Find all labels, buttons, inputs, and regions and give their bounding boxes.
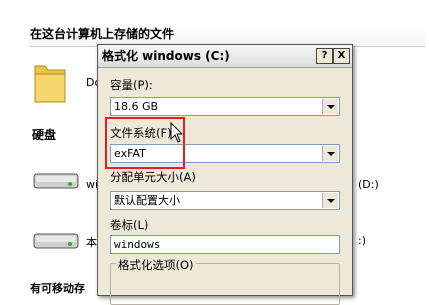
dialog-title: 格式化 windows (C:): [102, 49, 230, 63]
allocation-size-dropdown[interactable]: 默认配置大小: [110, 191, 340, 210]
volume-label-field[interactable]: [110, 235, 340, 254]
section-header-hard-disks: 硬盘: [32, 128, 57, 142]
format-dialog: 格式化 windows (C:) ? X 容量(P): 18.6 GB 文件系统…: [97, 44, 353, 305]
format-options-label: 格式化选项(O): [116, 257, 196, 273]
allocation-size-label: 分配单元大小(A): [110, 170, 196, 184]
drive-letter-d: (D:): [358, 178, 379, 191]
close-button[interactable]: X: [333, 48, 350, 64]
volume-label-label: 卷标(L): [110, 218, 149, 232]
drive-letter: :): [358, 234, 366, 247]
chevron-down-icon[interactable]: [322, 146, 338, 161]
section-header-removable: 有可移动存: [30, 282, 85, 295]
capacity-dropdown[interactable]: 18.6 GB: [110, 97, 340, 116]
folder-icon[interactable]: [33, 56, 67, 106]
allocation-size-value: 默认配置大小: [114, 194, 180, 207]
hard-drive-icon[interactable]: [32, 166, 80, 194]
volume-label-input[interactable]: [111, 236, 337, 253]
drive-label-local[interactable]: 本: [86, 234, 97, 250]
mouse-cursor-icon: [170, 122, 184, 143]
dialog-titlebar[interactable]: 格式化 windows (C:) ? X: [98, 45, 352, 68]
capacity-label: 容量(P):: [110, 78, 153, 92]
help-button[interactable]: ?: [316, 48, 333, 64]
chevron-down-icon[interactable]: [322, 99, 338, 114]
hard-drive-icon[interactable]: [32, 226, 80, 254]
chevron-down-icon[interactable]: [322, 193, 338, 208]
capacity-value: 18.6 GB: [114, 100, 159, 113]
